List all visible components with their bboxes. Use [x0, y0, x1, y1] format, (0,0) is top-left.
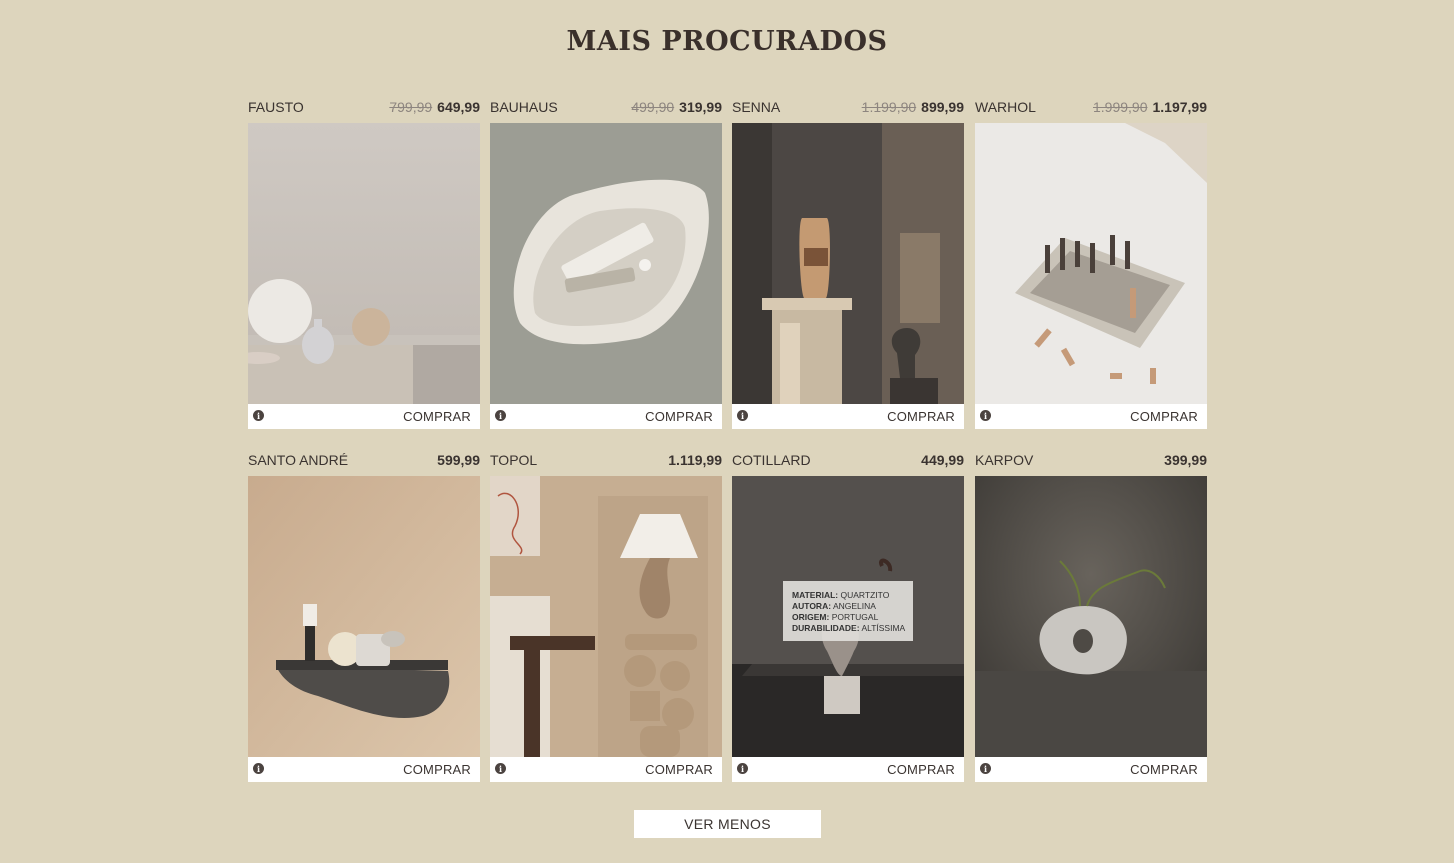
product-card[interactable]: BAUHAUS 499,90 319,99 i COMPRAR [490, 96, 722, 429]
product-image[interactable] [490, 476, 722, 757]
info-icon[interactable]: i [495, 410, 506, 421]
product-card[interactable]: SANTO ANDRÉ 599,99 i COMPRAR [248, 449, 480, 782]
product-name[interactable]: FAUSTO [248, 99, 304, 115]
product-actions: i COMPRAR [732, 757, 964, 782]
old-price: 1.199,90 [861, 99, 917, 115]
buy-button[interactable]: COMPRAR [645, 762, 713, 777]
price: 599,99 [437, 452, 480, 468]
product-actions: i COMPRAR [732, 404, 964, 429]
old-price: 799,99 [389, 99, 433, 115]
buy-button[interactable]: COMPRAR [887, 762, 955, 777]
product-name[interactable]: BAUHAUS [490, 99, 558, 115]
info-icon[interactable]: i [253, 410, 264, 421]
product-actions: i COMPRAR [975, 404, 1207, 429]
product-header: FAUSTO 799,99 649,99 [248, 96, 480, 118]
product-tooltip: MATERIAL: QUARTZITO AUTORA: ANGELINA ORI… [783, 581, 913, 641]
tooltip-label: DURABILIDADE: [792, 623, 860, 633]
product-name[interactable]: KARPOV [975, 452, 1033, 468]
product-header: WARHOL 1.999,90 1.197,99 [975, 96, 1207, 118]
product-actions: i COMPRAR [248, 757, 480, 782]
tooltip-value: ALTÍSSIMA [861, 623, 906, 633]
product-actions: i COMPRAR [975, 757, 1207, 782]
buy-button[interactable]: COMPRAR [645, 409, 713, 424]
product-card[interactable]: COTILLARD 449,99 MATERIAL: QUARTZITO AUT… [732, 449, 964, 782]
product-name[interactable]: SANTO ANDRÉ [248, 452, 348, 468]
tooltip-value: QUARTZITO [840, 590, 890, 600]
price: 1.197,99 [1152, 99, 1208, 115]
product-header: COTILLARD 449,99 [732, 449, 964, 471]
product-image[interactable] [732, 123, 964, 404]
tooltip-label: ORIGEM: [792, 612, 830, 622]
product-image[interactable] [248, 476, 480, 757]
buy-button[interactable]: COMPRAR [887, 409, 955, 424]
info-icon[interactable]: i [737, 763, 748, 774]
product-card[interactable]: KARPOV 399,99 i COMPRAR [975, 449, 1207, 782]
tooltip-value: PORTUGAL [831, 612, 879, 622]
old-price: 1.999,90 [1093, 99, 1148, 115]
product-image[interactable] [975, 123, 1207, 404]
product-header: BAUHAUS 499,90 319,99 [490, 96, 722, 118]
product-name[interactable]: WARHOL [975, 99, 1036, 115]
product-actions: i COMPRAR [248, 404, 480, 429]
buy-button[interactable]: COMPRAR [403, 762, 471, 777]
show-less-button[interactable]: VER MENOS [634, 810, 821, 838]
info-icon[interactable]: i [980, 763, 991, 774]
product-actions: i COMPRAR [490, 757, 722, 782]
price: 449,99 [921, 452, 964, 468]
product-card[interactable]: SENNA 1.199,90 899,99 i COMPRAR [732, 96, 964, 429]
tooltip-label: MATERIAL: [792, 590, 839, 600]
price: 1.119,99 [668, 452, 722, 468]
info-icon[interactable]: i [980, 410, 991, 421]
product-header: SANTO ANDRÉ 599,99 [248, 449, 480, 471]
price: 399,99 [1164, 452, 1207, 468]
tooltip-value: ANGELINA [832, 601, 876, 611]
product-name[interactable]: SENNA [732, 99, 780, 115]
product-header: TOPOL 1.119,99 [490, 449, 722, 471]
info-icon[interactable]: i [737, 410, 748, 421]
product-header: KARPOV 399,99 [975, 449, 1207, 471]
product-image[interactable]: MATERIAL: QUARTZITO AUTORA: ANGELINA ORI… [732, 476, 964, 757]
product-header: SENNA 1.199,90 899,99 [732, 96, 964, 118]
product-image[interactable] [248, 123, 480, 404]
product-name[interactable]: COTILLARD [732, 452, 811, 468]
tooltip-label: AUTORA: [792, 601, 832, 611]
price: 319,99 [679, 99, 722, 115]
product-card[interactable]: WARHOL 1.999,90 1.197,99 i COMPRAR [975, 96, 1207, 429]
product-image[interactable] [490, 123, 722, 404]
product-card[interactable]: FAUSTO 799,99 649,99 i COMPRAR [248, 96, 480, 429]
buy-button[interactable]: COMPRAR [1130, 762, 1198, 777]
price: 649,99 [437, 99, 480, 115]
buy-button[interactable]: COMPRAR [1130, 409, 1198, 424]
section-title: MAIS PROCURADOS [566, 26, 888, 57]
info-icon[interactable]: i [253, 763, 264, 774]
product-actions: i COMPRAR [490, 404, 722, 429]
product-image[interactable] [975, 476, 1207, 757]
price: 899,99 [921, 99, 964, 115]
old-price: 499,90 [631, 99, 675, 115]
info-icon[interactable]: i [495, 763, 506, 774]
buy-button[interactable]: COMPRAR [403, 409, 471, 424]
product-name[interactable]: TOPOL [490, 452, 537, 468]
product-card[interactable]: TOPOL 1.119,99 i COMPRAR [490, 449, 722, 782]
